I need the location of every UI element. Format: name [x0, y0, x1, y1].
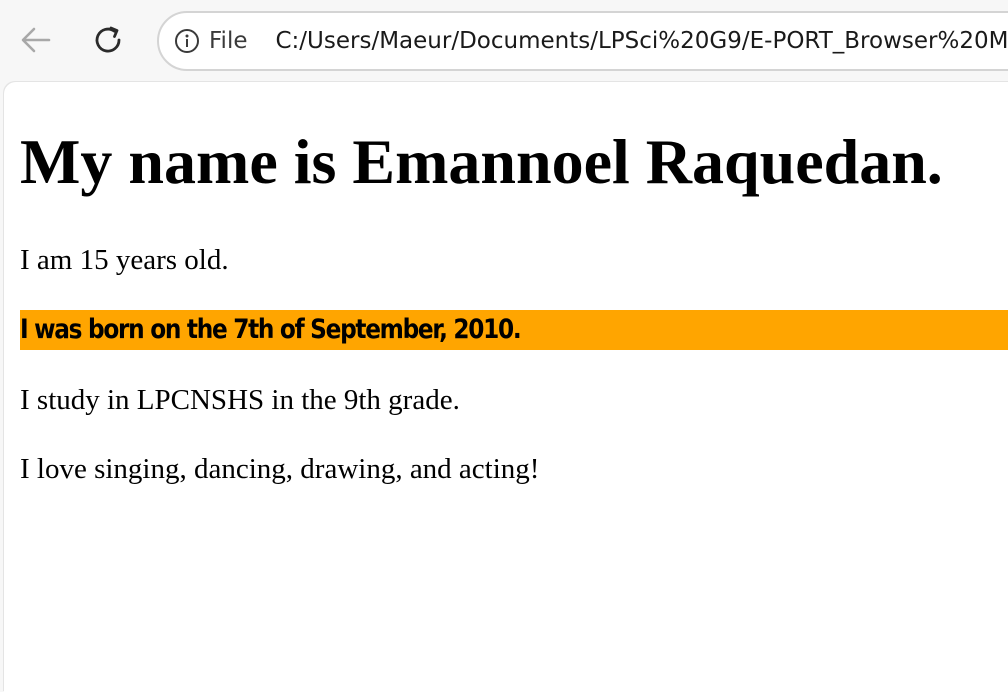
url-scheme-label: File [209, 28, 248, 54]
birth-paragraph: I was born on the 7th of September, 2010… [20, 310, 1008, 350]
reload-icon [90, 22, 126, 58]
url-text[interactable]: C:/Users/Maeur/Documents/LPSci%20G9/E-PO… [276, 28, 1008, 54]
reload-button[interactable] [88, 20, 128, 60]
page-heading: My name is Emannoel Raquedan. [20, 122, 943, 202]
back-arrow-icon [18, 22, 54, 58]
back-button[interactable] [16, 20, 56, 60]
age-paragraph: I am 15 years old. [20, 242, 229, 278]
info-icon[interactable] [174, 27, 200, 55]
page-content: My name is Emannoel Raquedan. I am 15 ye… [4, 82, 1008, 692]
study-paragraph: I study in LPCNSHS in the 9th grade. [20, 382, 460, 418]
birth-text: I was born on the 7th of September, 2010… [20, 310, 520, 350]
browser-toolbar: File C:/Users/Maeur/Documents/LPSci%20G9… [0, 0, 1008, 82]
address-bar[interactable]: File C:/Users/Maeur/Documents/LPSci%20G9… [157, 11, 1008, 71]
hobbies-paragraph: I love singing, dancing, drawing, and ac… [20, 451, 539, 487]
